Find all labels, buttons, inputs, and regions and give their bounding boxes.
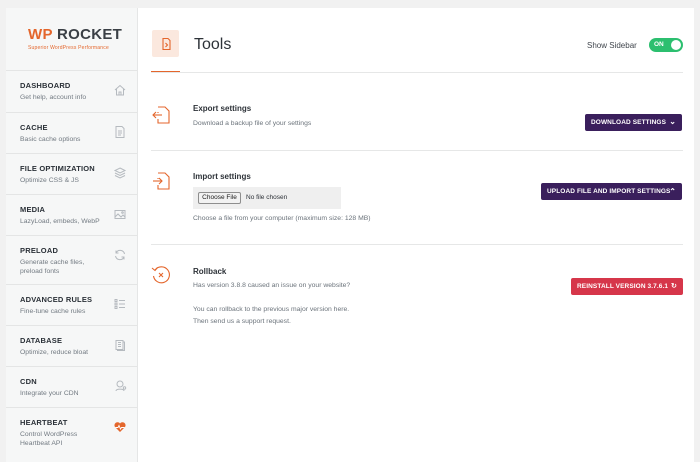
chevron-down-icon: ⌄ (669, 117, 676, 126)
sidebar-item-heartbeat[interactable]: HEARTBEAT Control WordPress Heartbeat AP… (6, 407, 137, 459)
section-divider (151, 150, 683, 151)
sidebar-item-desc: Generate cache files, preload fonts (20, 259, 85, 275)
sidebar-item-cdn[interactable]: CDN Integrate your CDN (6, 366, 137, 407)
sidebar-item-desc: LazyLoad, embeds, WebP (20, 218, 100, 225)
file-status-text: No file chosen (246, 194, 288, 201)
list-icon (113, 297, 127, 311)
sidebar-item-cache[interactable]: CACHE Basic cache options (6, 112, 137, 153)
logo-wp: WP (28, 26, 53, 43)
section-divider (151, 244, 683, 245)
rollback-info-line2: Then send us a support request. (193, 318, 291, 325)
sidebar-item-media[interactable]: MEDIA LazyLoad, embeds, WebP (6, 194, 137, 235)
sidebar-item-desc: Optimize CSS & JS (20, 177, 79, 184)
sidebar-item-desc: Control WordPress Heartbeat API (20, 431, 78, 447)
logo-tagline: Superior WordPress Performance (28, 45, 109, 51)
file-upload-field: Choose File No file chosen (193, 187, 341, 209)
show-sidebar-label: Show Sidebar (587, 41, 637, 50)
logo[interactable]: WP ROCKET Superior WordPress Performance (6, 8, 137, 70)
rollback-info-line1: You can rollback to the previous major v… (193, 306, 350, 313)
rollback-question: Has version 3.8.8 caused an issue on you… (193, 282, 351, 289)
document-icon (113, 125, 127, 139)
database-icon (113, 338, 127, 352)
sidebar-item-database[interactable]: DATABASE Optimize, reduce bloat (6, 325, 137, 366)
upload-import-label: UPLOAD FILE AND IMPORT SETTINGS (547, 188, 671, 195)
logo-rocket: ROCKET (52, 26, 123, 43)
rollback-icon (150, 264, 172, 286)
refresh-icon (113, 248, 127, 262)
sidebar: WP ROCKET Superior WordPress Performance… (6, 8, 138, 462)
upload-import-button[interactable]: UPLOAD FILE AND IMPORT SETTINGS ⌃ (541, 183, 682, 200)
import-title: Import settings (193, 172, 251, 181)
sidebar-item-dashboard[interactable]: DASHBOARD Get help, account info (6, 70, 137, 112)
download-settings-label: DOWNLOAD SETTINGS (591, 119, 667, 126)
export-title: Export settings (193, 104, 252, 113)
choose-file-button[interactable]: Choose File (198, 192, 241, 204)
logo-wordmark: WP ROCKET (28, 26, 137, 43)
sidebar-item-advanced-rules[interactable]: ADVANCED RULES Fine-tune cache rules (6, 284, 137, 325)
sidebar-item-file-optimization[interactable]: FILE OPTIMIZATION Optimize CSS & JS (6, 153, 137, 194)
sidebar-item-desc: Fine-tune cache rules (20, 308, 86, 315)
show-sidebar-toggle[interactable]: ON (649, 38, 683, 52)
heartbeat-icon (113, 420, 127, 434)
tools-icon (152, 30, 179, 57)
reinstall-version-button[interactable]: REINSTALL VERSION 3.7.6.1 ↻ (571, 278, 683, 295)
header-divider (151, 72, 683, 73)
sidebar-item-preload[interactable]: PRELOAD Generate cache files, preload fo… (6, 235, 137, 284)
reinstall-version-label: REINSTALL VERSION 3.7.6.1 (577, 283, 669, 290)
export-description: Download a backup file of your settings (193, 120, 312, 127)
sidebar-item-desc: Get help, account info (20, 94, 87, 101)
refresh-icon: ↻ (671, 283, 677, 290)
toggle-knob (671, 40, 681, 50)
home-icon (113, 83, 127, 97)
sidebar-item-desc: Basic cache options (20, 136, 81, 143)
layers-icon (113, 166, 127, 180)
page-header: Tools Show Sidebar ON (138, 8, 694, 73)
chevron-up-icon: ⌃ (669, 187, 676, 196)
page-title: Tools (194, 36, 232, 53)
main-panel: Tools Show Sidebar ON Export settings Do… (138, 8, 694, 462)
rollback-title: Rollback (193, 267, 227, 276)
sidebar-item-desc: Integrate your CDN (20, 390, 79, 397)
import-hint: Choose a file from your computer (maximu… (193, 215, 371, 222)
download-settings-button[interactable]: DOWNLOAD SETTINGS ⌄ (585, 114, 682, 131)
toggle-state-text: ON (654, 41, 664, 48)
image-icon (113, 207, 127, 221)
export-icon (151, 104, 173, 126)
sidebar-item-desc: Optimize, reduce bloat (20, 349, 89, 356)
import-icon (151, 170, 173, 192)
cdn-icon (113, 379, 127, 393)
